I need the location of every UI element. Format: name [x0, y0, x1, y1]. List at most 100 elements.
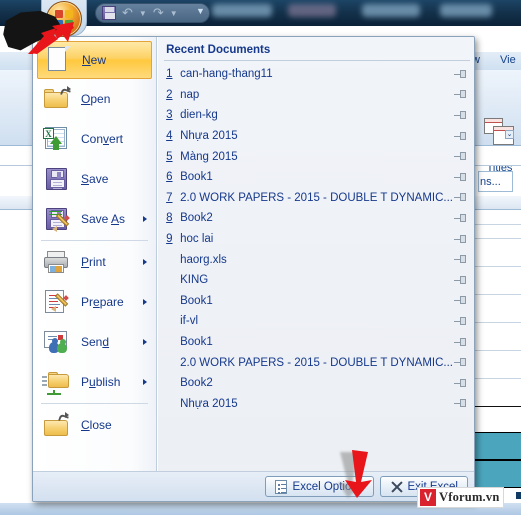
recent-document-item[interactable]: if-vl [164, 311, 470, 332]
pin-icon[interactable] [453, 192, 466, 203]
chevron-right-icon [143, 379, 148, 385]
pin-icon[interactable] [453, 316, 466, 327]
undo-dropdown-icon[interactable]: ▼ [139, 9, 147, 18]
ribbon-tab-view[interactable]: Vie [500, 54, 516, 66]
pin-icon[interactable] [453, 337, 466, 348]
publish-icon [41, 367, 71, 397]
name-box-button[interactable]: ns... [478, 171, 513, 192]
pin-icon[interactable] [453, 172, 466, 183]
office-menu-footer: Excel Options Exit Excel [33, 471, 474, 501]
undo-icon[interactable]: ↶ [122, 5, 133, 21]
menu-item-publish-label: Publish [81, 375, 121, 389]
pin-icon[interactable] [453, 151, 466, 162]
recent-document-item[interactable]: Nhựa 2015 [164, 394, 470, 415]
office-menu-commands: New Open X Convert Save Save As Print Pr… [33, 37, 158, 471]
prepare-icon [41, 287, 71, 317]
recent-document-name: if-vl [180, 315, 198, 328]
menu-item-send[interactable]: Send [33, 322, 156, 362]
recent-document-item[interactable]: 4 Nhựa 2015 [164, 126, 470, 147]
recent-document-name: hoc lai [180, 233, 214, 246]
menu-item-publish[interactable]: Publish [33, 362, 156, 402]
menu-item-open-label: Open [81, 92, 111, 106]
send-icon [41, 327, 71, 357]
recent-document-item[interactable]: 9 hoc lai [164, 229, 470, 250]
recent-document-item[interactable]: 5 Màng 2015 [164, 146, 470, 167]
recent-document-name: Book1 [180, 336, 213, 349]
recent-document-name: Book2 [180, 377, 213, 390]
menu-item-print-label: Print [81, 255, 106, 269]
vforum-logo-icon: V [420, 489, 436, 506]
recent-document-number: 8 [166, 212, 173, 225]
recent-document-item[interactable]: 8 Book2 [164, 208, 470, 229]
redo-dropdown-icon[interactable]: ▼ [170, 9, 178, 18]
menu-item-save-as[interactable]: Save As [33, 199, 156, 239]
menu-item-prepare[interactable]: Prepare [33, 282, 156, 322]
recent-document-item[interactable]: Book2 [164, 373, 470, 394]
recent-document-number: 4 [166, 130, 173, 143]
worksheet-cell-filled[interactable] [473, 432, 521, 460]
pin-icon[interactable] [453, 131, 466, 142]
pin-icon[interactable] [453, 213, 466, 224]
recent-document-item[interactable]: 6 Book1 [164, 167, 470, 188]
recent-document-name: 2.0 WORK PAPERS - 2015 - DOUBLE T DYNAMI… [180, 191, 453, 204]
recent-document-name: Book2 [180, 212, 213, 225]
chevron-right-icon [143, 299, 148, 305]
recent-document-name: can-hang-thang11 [180, 68, 273, 81]
pin-icon[interactable] [453, 295, 466, 306]
recent-document-name: haorg.xls [180, 253, 227, 266]
pin-icon[interactable] [453, 378, 466, 389]
recent-document-item[interactable]: Book1 [164, 291, 470, 312]
menu-separator [41, 403, 149, 404]
pin-icon[interactable] [453, 275, 466, 286]
annotation-arrow-office-button [28, 22, 74, 54]
dialog-box-launcher-icon[interactable]: ⌄ [505, 130, 514, 139]
menu-item-new-label: New [82, 53, 107, 67]
watermark-tail [516, 492, 521, 499]
menu-item-save[interactable]: Save [33, 159, 156, 199]
recent-document-name: Nhựa 2015 [180, 397, 238, 410]
recent-document-name: Book1 [180, 171, 213, 184]
recent-document-item[interactable]: haorg.xls [164, 249, 470, 270]
chevron-right-icon [143, 216, 148, 222]
menu-item-convert[interactable]: X Convert [33, 119, 156, 159]
menu-item-print[interactable]: Print [33, 242, 156, 282]
quick-access-toolbar[interactable]: ↶ ▼ ↷ ▼ [95, 3, 210, 23]
recent-document-item[interactable]: 2 nap [164, 85, 470, 106]
pin-icon[interactable] [453, 110, 466, 121]
customize-quick-access-toolbar-icon[interactable]: ▼ [196, 6, 205, 16]
printer-icon [41, 247, 71, 277]
recent-document-item[interactable]: KING [164, 270, 470, 291]
pin-icon[interactable] [453, 69, 466, 80]
pin-icon[interactable] [453, 254, 466, 265]
recent-document-item[interactable]: 7 2.0 WORK PAPERS - 2015 - DOUBLE T DYNAM… [164, 188, 470, 209]
pin-icon[interactable] [453, 357, 466, 368]
menu-item-convert-label: Convert [81, 132, 124, 146]
recent-document-item[interactable]: 3 dien-kg [164, 105, 470, 126]
menu-item-prepare-label: Prepare [81, 295, 124, 309]
recent-documents-title: Recent Documents [166, 44, 271, 56]
worksheet-cell-filled[interactable] [473, 460, 521, 488]
recent-documents-list: 1 can-hang-thang11 2 nap 3 dien-kg 4 Nhựa 2015 5… [164, 64, 470, 414]
recent-document-number: 9 [166, 233, 173, 246]
save-icon[interactable] [102, 6, 116, 20]
menu-item-save-as-label: Save As [81, 212, 126, 226]
recent-document-name: Book1 [180, 294, 213, 307]
recent-document-item[interactable]: 2.0 WORK PAPERS - 2015 - DOUBLE T DYNAMI… [164, 352, 470, 373]
chevron-right-icon [143, 339, 148, 345]
pin-icon[interactable] [453, 89, 466, 100]
pin-icon[interactable] [453, 398, 466, 409]
menu-item-open[interactable]: Open [33, 79, 156, 119]
chevron-right-icon [143, 259, 148, 265]
recent-document-name: dien-kg [180, 109, 218, 122]
recent-document-name: Màng 2015 [180, 150, 238, 163]
menu-item-close[interactable]: Close [33, 405, 156, 445]
recent-document-item[interactable]: 1 can-hang-thang11 [164, 64, 470, 85]
redo-icon[interactable]: ↷ [153, 5, 164, 21]
recent-document-number: 3 [166, 109, 173, 122]
recent-document-item[interactable]: Book1 [164, 332, 470, 353]
recent-document-name: 2.0 WORK PAPERS - 2015 - DOUBLE T DYNAMI… [180, 356, 453, 369]
close-folder-icon [41, 410, 71, 440]
annotation-arrow-excel-options [345, 450, 372, 498]
recent-document-number: 6 [166, 171, 173, 184]
pin-icon[interactable] [453, 234, 466, 245]
